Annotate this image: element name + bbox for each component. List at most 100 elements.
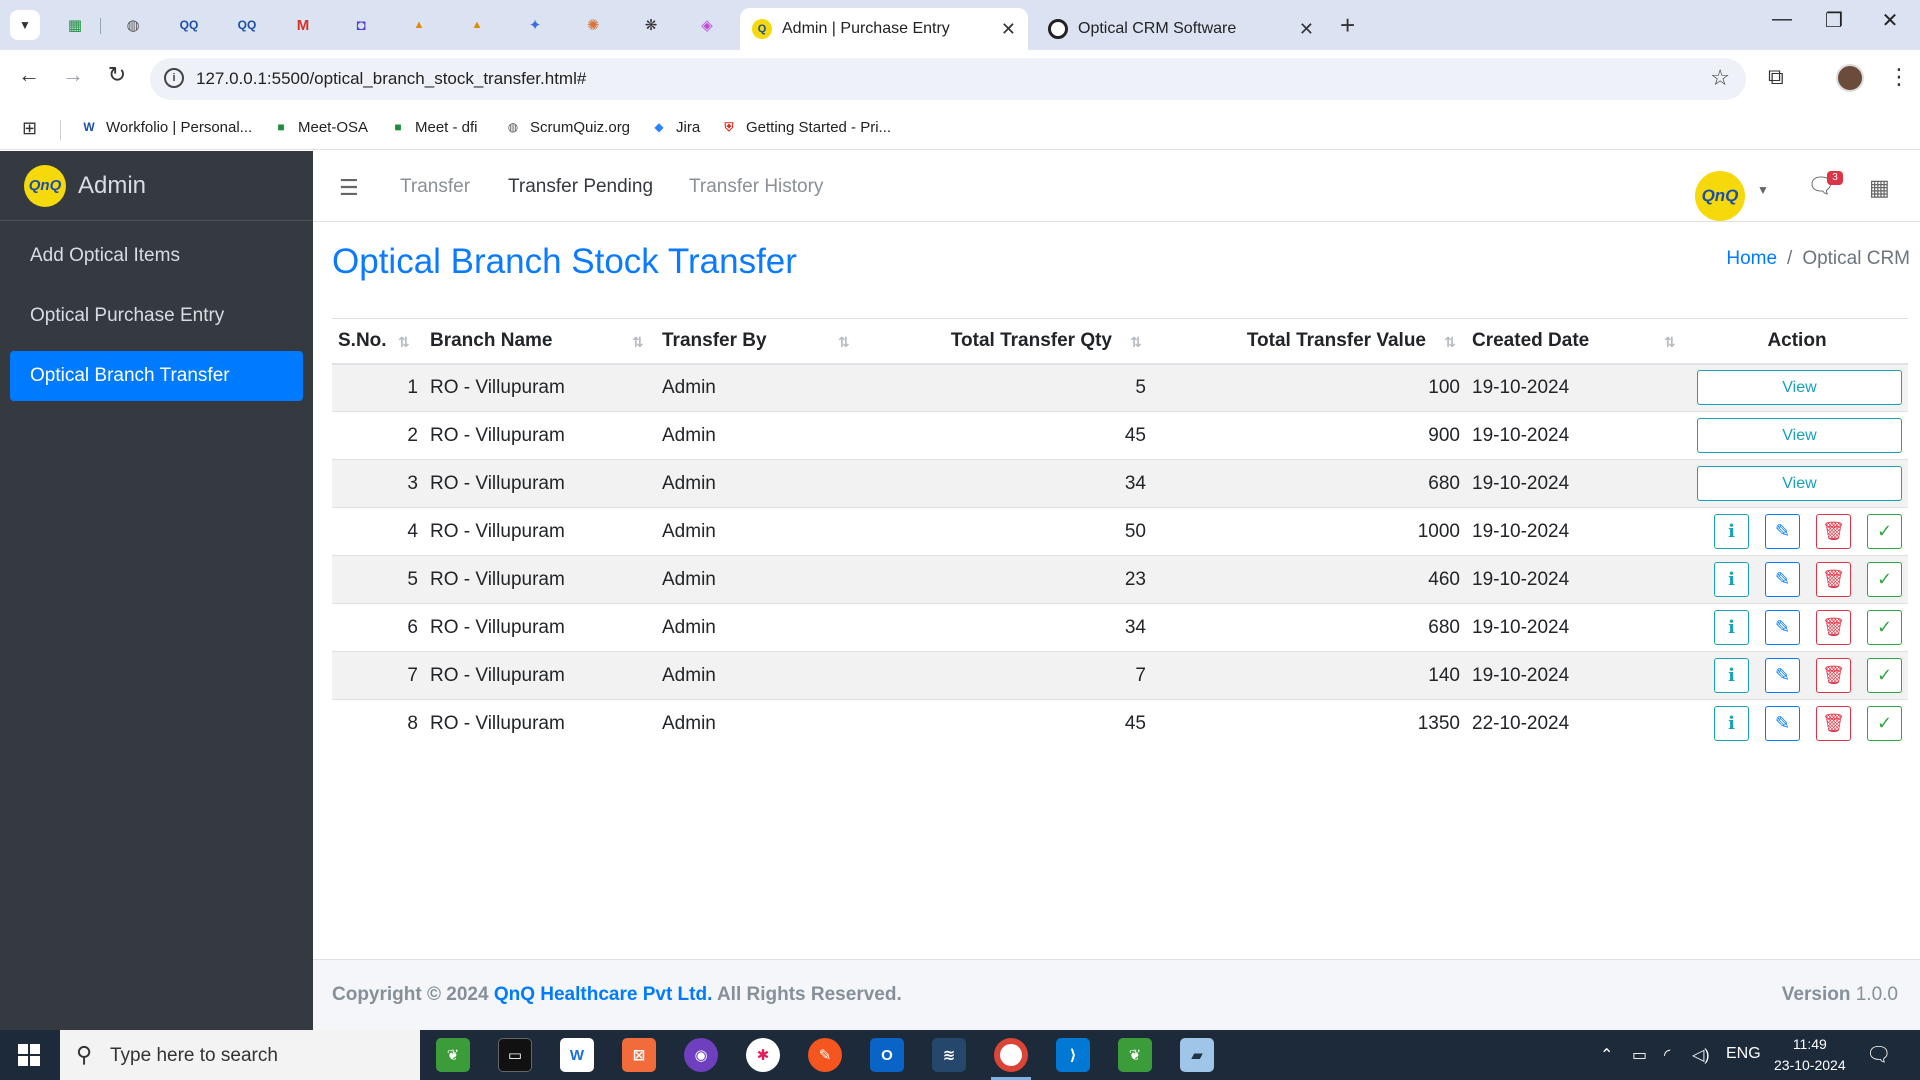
taskbar-terminal-icon[interactable]: ▭ [498,1038,532,1072]
info-icon[interactable]: i [1714,562,1749,597]
apps-grid-icon[interactable]: ⊞ [22,118,37,139]
taskbar-github-icon[interactable]: ◉ [684,1038,718,1072]
tab-admin-purchase-entry[interactable]: Q Admin | Purchase Entry ✕ [740,8,1028,50]
taskbar-slack-icon[interactable]: ✱ [746,1038,780,1072]
nav-link-transfer-history[interactable]: Transfer History [689,176,823,198]
column-header-transfer-by[interactable]: Transfer By ⇅ [656,318,864,365]
taskbar-chrome-icon[interactable] [994,1038,1028,1072]
info-icon[interactable]: i [1714,658,1749,693]
pinned-tab-copilot-icon[interactable]: ◈ [694,12,720,38]
approve-check-icon[interactable]: ✓ [1867,514,1902,549]
taskbar-mysql-icon[interactable]: ≋ [932,1038,966,1072]
approve-check-icon[interactable]: ✓ [1867,562,1902,597]
battery-icon[interactable]: ▭ [1632,1045,1647,1065]
sort-arrows-icon[interactable]: ⇅ [398,334,410,351]
column-header-total-qty[interactable]: Total Transfer Qty ⇅ [864,318,1152,365]
user-logo-avatar[interactable]: QnQ [1695,171,1745,221]
forward-arrow-icon[interactable]: → [58,62,88,88]
pinned-tab-gemini-icon[interactable]: ✦ [522,12,548,38]
bookmark-meet-dfi[interactable]: ■ Meet - dfi [389,118,477,136]
pinned-tab-claude-icon[interactable]: ✺ [580,12,606,38]
windows-start-icon[interactable] [18,1044,40,1066]
column-header-total-value[interactable]: Total Transfer Value ⇅ [1152,318,1466,365]
approve-check-icon[interactable]: ✓ [1867,706,1902,742]
taskbar-notes-icon[interactable]: ▰ [1180,1038,1214,1072]
close-window-icon[interactable]: ✕ [1870,8,1910,33]
delete-trash-icon[interactable]: 🗑 [1816,514,1851,549]
language-indicator[interactable]: ENG [1726,1045,1761,1063]
tray-chevron-up-icon[interactable]: ⌃ [1600,1045,1613,1065]
info-icon[interactable]: i [1714,514,1749,549]
taskbar-postman-icon[interactable]: ✎ [808,1038,842,1072]
edit-pencil-icon[interactable]: ✎ [1765,658,1800,693]
breadcrumb-home[interactable]: Home [1726,248,1777,269]
tab-optical-crm-software[interactable]: Optical CRM Software ✕ [1036,8,1326,50]
delete-trash-icon[interactable]: 🗑 [1816,658,1851,693]
company-link[interactable]: QnQ Healthcare Pvt Ltd. [494,984,713,1005]
bookmark-scrumquiz[interactable]: ◍ ScrumQuiz.org [504,118,630,136]
taskbar-vscode-icon[interactable]: ⟩ [1056,1038,1090,1072]
notification-center-icon[interactable]: 🗨 [1866,1042,1891,1067]
apps-grid-icon[interactable]: ▦ [1869,175,1890,201]
back-arrow-icon[interactable]: ← [14,62,44,88]
info-icon[interactable]: i [1714,610,1749,645]
delete-trash-icon[interactable]: 🗑 [1816,706,1851,742]
hamburger-menu-icon[interactable]: ☰ [339,175,359,201]
pinned-tab-pma-icon[interactable]: ▲ [406,12,432,38]
sidebar-brand[interactable]: QnQ Admin [0,151,313,221]
view-button[interactable]: View [1697,418,1902,453]
pinned-tab-chatgpt-icon[interactable]: ❋ [638,12,664,38]
approve-check-icon[interactable]: ✓ [1867,658,1902,693]
bookmark-star-icon[interactable]: ☆ [1710,65,1730,91]
sidebar-item-optical-branch-transfer[interactable]: Optical Branch Transfer [10,351,303,401]
taskbar-app-leaf-icon-2[interactable]: ❦ [1118,1038,1152,1072]
restore-window-icon[interactable]: ❐ [1814,8,1854,33]
minimize-window-icon[interactable]: — [1762,8,1802,31]
bookmark-workfolio[interactable]: W Workfolio | Personal... [80,118,252,136]
wifi-icon[interactable]: ◜ [1664,1045,1670,1065]
approve-check-icon[interactable]: ✓ [1867,610,1902,645]
edit-pencil-icon[interactable]: ✎ [1765,562,1800,597]
sort-arrows-icon[interactable]: ⇅ [1664,334,1676,351]
pinned-tab-qnq-icon[interactable]: QQ [176,12,202,38]
sidebar-item-add-optical-items[interactable]: Add Optical Items [10,231,303,281]
column-header-created-date[interactable]: Created Date ⇅ [1466,318,1686,365]
edit-pencil-icon[interactable]: ✎ [1765,514,1800,549]
bookmark-jira[interactable]: ◆ Jira [650,118,700,136]
pinned-tab-pma-icon-2[interactable]: ▲ [464,12,490,38]
delete-trash-icon[interactable]: 🗑 [1816,562,1851,597]
address-bar[interactable]: i 127.0.0.1:5500/optical_branch_stock_tr… [150,58,1746,100]
close-tab-icon[interactable]: ✕ [1001,19,1016,40]
nav-link-transfer[interactable]: Transfer [400,176,470,198]
sort-arrows-icon[interactable]: ⇅ [632,334,644,351]
edit-pencil-icon[interactable]: ✎ [1765,706,1800,742]
taskbar-xampp-icon[interactable]: ⊠ [622,1038,656,1072]
view-button[interactable]: View [1697,370,1902,406]
taskbar-outlook-icon[interactable]: O [870,1038,904,1072]
taskbar-app-leaf-icon[interactable]: ❦ [436,1038,470,1072]
reload-icon[interactable]: ↻ [102,62,132,88]
browser-menu-dots-icon[interactable]: ⋮ [1888,64,1910,90]
pinned-tab-globe-icon[interactable]: ◍ [120,12,146,38]
info-icon[interactable]: i [1714,706,1749,742]
tab-search-chevron-icon[interactable]: ▼ [10,10,40,40]
column-header-branch-name[interactable]: Branch Name ⇅ [424,318,656,365]
taskbar-search-box[interactable]: ⚲ Type here to search [60,1030,420,1080]
sort-arrows-icon[interactable]: ⇅ [1130,334,1142,351]
nav-link-transfer-pending[interactable]: Transfer Pending [508,176,653,198]
pinned-tab-qnq-icon-2[interactable]: QQ [234,12,260,38]
caret-down-icon[interactable]: ▼ [1757,183,1769,197]
edit-pencil-icon[interactable]: ✎ [1765,610,1800,645]
url-text[interactable]: 127.0.0.1:5500/optical_branch_stock_tran… [196,69,586,89]
delete-trash-icon[interactable]: 🗑 [1816,610,1851,645]
site-info-icon[interactable]: i [164,68,184,88]
sidebar-item-optical-purchase-entry[interactable]: Optical Purchase Entry [10,291,303,341]
new-tab-plus-icon[interactable]: + [1340,10,1355,41]
pinned-tab-sheets-icon[interactable]: ▦ [62,12,88,38]
extensions-puzzle-icon[interactable]: ⧉ [1768,64,1784,90]
profile-avatar[interactable] [1836,64,1864,92]
sort-arrows-icon[interactable]: ⇅ [838,334,850,351]
column-header-sno[interactable]: S.No. ⇅ [332,318,424,365]
pinned-tab-gmail-icon[interactable]: M [290,12,316,38]
pinned-tab-app-icon[interactable]: ◘ [348,12,374,38]
